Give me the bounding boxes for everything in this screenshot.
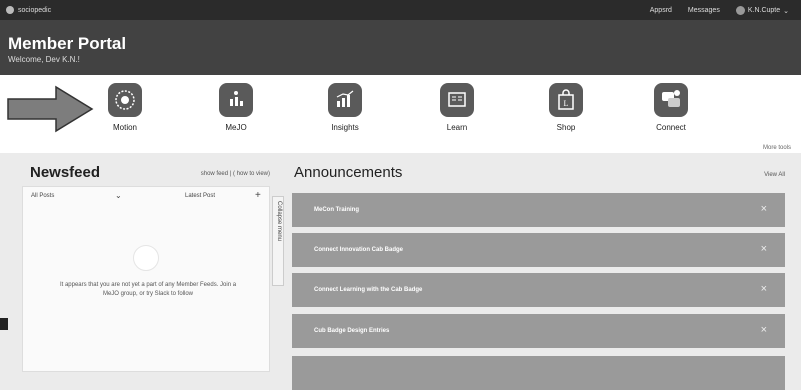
user-name: K.N.Cupte [747, 7, 781, 14]
view-all-link[interactable]: View All [764, 172, 785, 178]
svg-text:L: L [564, 99, 569, 108]
tile-learn[interactable]: Learn [417, 83, 497, 132]
add-icon[interactable]: + [255, 190, 261, 201]
announcement-title: Connect Learning with the Cab Badge [314, 287, 423, 293]
chat-icon [654, 83, 688, 117]
newsfeed-section: Newsfeed show feed | ( how to view) All … [22, 160, 272, 372]
welcome-text: Welcome, Dev K.N.! [8, 55, 80, 64]
tile-mejo[interactable]: MeJO [196, 83, 276, 132]
avatar [735, 6, 745, 15]
top-link-messages[interactable]: Messages [688, 7, 720, 14]
chart-people-icon [219, 83, 253, 117]
close-icon[interactable]: × [761, 243, 767, 255]
announcement-title: MeCon Training [314, 207, 359, 213]
motion-icon [108, 83, 142, 117]
brand-name: sociopedic [18, 6, 52, 14]
tile-label: MeJO [225, 123, 247, 132]
newsfeed-options[interactable]: show feed | ( how to view) [201, 171, 270, 177]
bar-chart-icon [328, 83, 362, 117]
newsfeed-panel: All Posts ⌄ Latest Post + It appears tha… [22, 186, 270, 372]
tile-connect[interactable]: Connect [631, 83, 711, 132]
brand[interactable]: sociopedic [6, 6, 51, 14]
announcement-title: Cub Badge Design Entries [314, 328, 390, 334]
announcement-item[interactable]: Connect Learning with the Cab Badge × [292, 273, 785, 307]
edge-marker [0, 318, 8, 330]
empty-state-icon [133, 245, 159, 271]
chevron-down-icon[interactable]: ⌄ [115, 191, 122, 200]
brand-logo-icon [6, 6, 14, 14]
tile-label: Shop [556, 123, 576, 132]
app-launcher: Motion MeJO Insights Learn L Shop Connec… [0, 75, 801, 153]
page-title: Member Portal [8, 34, 127, 53]
collapse-tab-label: Collapse menu [276, 201, 282, 242]
top-link-1[interactable]: Appsrd [650, 7, 672, 14]
tile-motion[interactable]: Motion [85, 83, 165, 132]
close-icon[interactable]: × [761, 283, 767, 295]
announcement-item[interactable] [292, 356, 785, 390]
feed-filter-select[interactable]: All Posts [31, 193, 54, 199]
more-tools-link[interactable]: More tools [763, 145, 791, 151]
collapse-tab[interactable]: Collapse menu [272, 196, 284, 286]
feed-sort-select[interactable]: Latest Post [185, 193, 215, 199]
chevron-down-icon: ⌄ [783, 7, 789, 15]
tile-label: Insights [331, 123, 359, 132]
tile-insights[interactable]: Insights [305, 83, 385, 132]
close-icon[interactable]: × [761, 203, 767, 215]
book-icon [440, 83, 474, 117]
arrow-pointer-icon [7, 85, 94, 133]
tile-label: Motion [112, 123, 137, 132]
top-bar: sociopedic Appsrd Messages K.N.Cupte ⌄ [0, 0, 801, 20]
announcements-section: Announcements View All MeCon Training × … [292, 160, 787, 390]
user-menu[interactable]: K.N.Cupte ⌄ [735, 6, 789, 15]
announcement-item[interactable]: Cub Badge Design Entries × [292, 314, 785, 348]
announcement-title: Connect Innovation Cab Badge [314, 247, 404, 253]
shopping-bag-icon: L [549, 83, 583, 117]
tile-label: Learn [446, 123, 468, 132]
announcement-item[interactable]: MeCon Training × [292, 193, 785, 227]
tile-label: Connect [656, 123, 686, 132]
close-icon[interactable]: × [761, 324, 767, 336]
newsfeed-title: Newsfeed [30, 164, 101, 181]
empty-state-message: It appears that you are not yet a part o… [59, 282, 237, 297]
announcements-title: Announcements [294, 164, 403, 181]
page-header: Member Portal Welcome, Dev K.N.! [0, 20, 801, 75]
announcement-item[interactable]: Connect Innovation Cab Badge × [292, 233, 785, 267]
tile-shop[interactable]: L Shop [526, 83, 606, 132]
